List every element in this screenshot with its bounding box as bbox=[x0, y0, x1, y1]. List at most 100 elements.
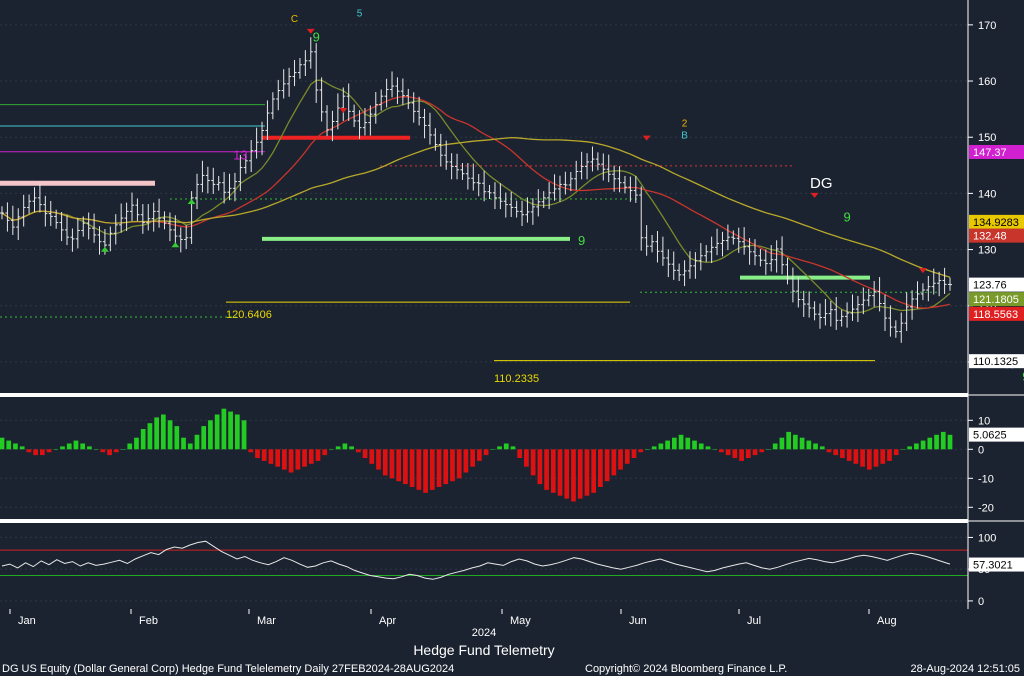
price-tag-label: 121.1805 bbox=[973, 294, 1019, 306]
histogram-bar bbox=[161, 414, 166, 450]
histogram-bar bbox=[241, 420, 247, 450]
histogram-bar bbox=[705, 446, 711, 450]
histogram-bar bbox=[234, 414, 240, 450]
histogram-bar bbox=[739, 449, 744, 461]
histogram-bar bbox=[147, 423, 153, 450]
histogram-bar bbox=[833, 449, 839, 456]
histogram-bar bbox=[46, 449, 52, 453]
histogram-bar bbox=[860, 449, 865, 467]
histogram-bar bbox=[618, 449, 623, 470]
ticker-label: DG bbox=[810, 175, 833, 192]
histogram-bar bbox=[510, 446, 516, 450]
histogram-bar bbox=[463, 449, 469, 473]
y-tick-label: 130 bbox=[978, 245, 996, 257]
y-tick-label: 170 bbox=[978, 20, 996, 32]
histogram-bar bbox=[66, 443, 72, 450]
histogram-bar bbox=[725, 449, 731, 456]
y-tick-label: -10 bbox=[978, 473, 994, 485]
histogram-bar bbox=[840, 449, 845, 458]
price-tag-label: 123.76 bbox=[973, 280, 1007, 292]
histogram-bar bbox=[658, 443, 664, 450]
x-tick-label: Jun bbox=[629, 615, 647, 627]
histogram-bar bbox=[382, 449, 388, 476]
histogram-bar bbox=[490, 449, 496, 450]
histogram-bar bbox=[947, 434, 953, 450]
histogram-bar bbox=[288, 449, 294, 473]
histogram-bar bbox=[732, 449, 738, 458]
histogram-bar bbox=[806, 440, 812, 450]
histogram-bar bbox=[187, 443, 193, 450]
histogram-bar bbox=[26, 449, 32, 453]
x-tick-label: Feb bbox=[139, 615, 158, 627]
annotation-110: 110.2335 bbox=[494, 373, 539, 385]
histogram-bar bbox=[87, 446, 92, 450]
histogram-bar bbox=[93, 449, 99, 450]
histogram-bar bbox=[429, 449, 435, 490]
histogram-bar bbox=[914, 443, 919, 450]
histogram-bar bbox=[698, 443, 704, 450]
histogram-bar bbox=[342, 443, 348, 450]
annotation-120: 120.6406 bbox=[226, 309, 272, 321]
x-tick-label: Apr bbox=[379, 615, 396, 627]
histogram-bar bbox=[873, 449, 879, 467]
histogram-bar bbox=[779, 437, 785, 450]
histogram-bar bbox=[181, 437, 186, 450]
histogram-bar bbox=[786, 431, 791, 450]
price-tag-label: 134.9283 bbox=[973, 217, 1019, 229]
x-tick-label: Mar bbox=[257, 615, 276, 627]
histogram-bar bbox=[591, 449, 597, 493]
histogram-bar bbox=[120, 449, 126, 450]
histogram-bar bbox=[423, 449, 428, 493]
histogram-bar bbox=[308, 449, 314, 464]
histogram-bar bbox=[208, 420, 213, 450]
histogram-bar bbox=[154, 417, 159, 450]
chart-root: 139C59992342BA 110120130140150160170-20-… bbox=[0, 0, 1024, 676]
histogram-bar bbox=[826, 449, 832, 453]
histogram-bar bbox=[752, 449, 758, 456]
histogram-bar bbox=[631, 449, 637, 458]
histogram-bar bbox=[282, 449, 287, 470]
histogram-bar bbox=[846, 449, 852, 461]
histogram-bar bbox=[140, 429, 146, 450]
histogram-bar bbox=[275, 449, 281, 467]
histogram-bar bbox=[255, 449, 260, 458]
price-tag-label: 147.37 bbox=[973, 147, 1007, 159]
histogram-bar bbox=[201, 426, 207, 450]
histogram-bar bbox=[497, 446, 502, 450]
histogram-bar bbox=[221, 408, 227, 450]
histogram-bar bbox=[853, 449, 859, 464]
histogram-bar bbox=[584, 449, 590, 496]
y-tick-label: 100 bbox=[978, 532, 996, 544]
histogram-bar bbox=[396, 449, 402, 482]
histogram-bar bbox=[544, 449, 549, 490]
y-tick-label: 150 bbox=[978, 132, 996, 144]
histogram-bar bbox=[557, 449, 563, 496]
y-tick-label: 0 bbox=[978, 596, 984, 608]
indicator-tag-label: 57.3021 bbox=[973, 560, 1013, 572]
histogram-bar bbox=[450, 449, 455, 482]
histogram-bar bbox=[295, 449, 301, 470]
histogram-bar bbox=[107, 449, 112, 456]
chart-footer-title: Hedge Fund Telemetry bbox=[413, 642, 554, 658]
y-tick-label: 0 bbox=[978, 444, 984, 456]
histogram-bar bbox=[335, 446, 341, 450]
histogram-bar bbox=[355, 449, 361, 453]
histogram-bar bbox=[39, 449, 45, 456]
signal-count-label: B bbox=[681, 130, 688, 141]
histogram-bar bbox=[470, 449, 475, 467]
histogram-bar bbox=[819, 446, 825, 450]
histogram-bar bbox=[719, 449, 724, 453]
histogram-bar bbox=[329, 449, 334, 450]
histogram-bar bbox=[33, 449, 38, 456]
histogram-bar bbox=[866, 449, 872, 470]
histogram-bar bbox=[261, 449, 267, 461]
histogram-bar bbox=[550, 449, 556, 493]
signal-count-label: 9 bbox=[313, 30, 320, 45]
histogram-bar bbox=[302, 449, 307, 467]
histogram-bar bbox=[678, 434, 684, 450]
histogram-bar bbox=[113, 449, 119, 453]
histogram-bar bbox=[483, 449, 489, 456]
histogram-bar bbox=[214, 414, 220, 450]
x-tick-label: May bbox=[510, 615, 531, 627]
footer-center: Copyright© 2024 Bloomberg Finance L.P. bbox=[585, 663, 787, 675]
